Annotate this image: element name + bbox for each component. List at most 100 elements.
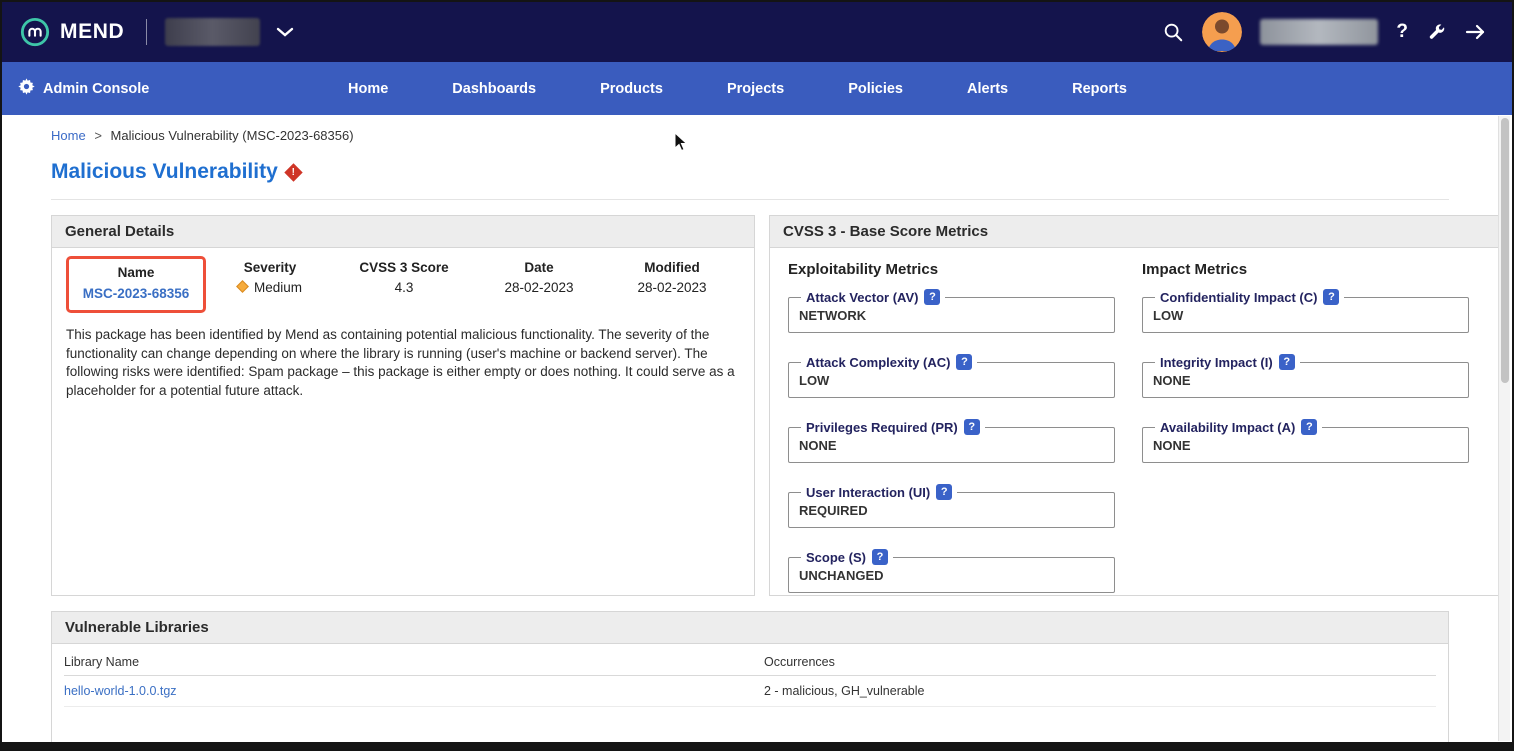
exploitability-heading: Exploitability Metrics [788,261,1128,278]
avatar[interactable] [1202,12,1242,52]
metric-attack-vector: Attack Vector (AV)? NETWORK [788,289,1115,333]
nav-item-reports[interactable]: Reports [1072,81,1127,97]
general-details-body: Name MSC-2023-68356 Severity Medium CVSS… [52,248,754,595]
metric-value: REQUIRED [799,501,1104,518]
library-name-cell: hello-world-1.0.0.tgz [64,676,764,707]
date-column: Date 28-02-2023 [474,256,604,295]
severity-medium-icon [236,280,249,293]
breadcrumb-separator: > [94,128,102,143]
severity-column: Severity Medium [206,256,334,295]
metric-scope: Scope (S)? UNCHANGED [788,549,1115,593]
admin-console-label: Admin Console [43,81,149,97]
table-row: hello-world-1.0.0.tgz 2 - malicious, GH_… [64,676,1436,707]
metric-label: Attack Complexity (AC) [806,355,950,370]
metric-value: NONE [1153,436,1458,453]
page-content: Home > Malicious Vulnerability (MSC-2023… [2,115,1512,745]
redacted-organization-selector[interactable] [165,18,260,46]
column-header-severity: Severity [206,256,334,280]
metric-label: Privileges Required (PR) [806,420,958,435]
nav-items: Home Dashboards Products Projects Polici… [348,81,1127,97]
metric-value: NONE [1153,371,1458,388]
severity-text: Medium [254,280,302,295]
occurrences-cell: 2 - malicious, GH_vulnerable [764,676,1436,707]
gear-icon [18,78,35,99]
column-header-modified: Modified [604,256,740,280]
table-header-row: Library Name Occurrences [64,651,1436,676]
vulnerability-id-link[interactable]: MSC-2023-68356 [83,286,190,301]
redacted-username [1260,19,1378,45]
metric-value: NONE [799,436,1104,453]
cvss-score-value: 4.3 [334,280,474,295]
chevron-down-icon[interactable] [276,27,294,37]
metric-availability-impact: Availability Impact (A)? NONE [1142,419,1469,463]
vulnerable-libraries-body: Library Name Occurrences hello-world-1.0… [52,644,1448,744]
impact-metrics-column: Impact Metrics Confidentiality Impact (C… [1142,261,1482,614]
metric-value: LOW [799,371,1104,388]
column-header-name: Name [79,261,193,285]
topbar-divider [146,19,147,45]
metric-integrity-impact: Integrity Impact (I)? NONE [1142,354,1469,398]
general-details-header: General Details [52,216,754,248]
nav-item-alerts[interactable]: Alerts [967,81,1008,97]
metric-label: User Interaction (UI) [806,485,930,500]
library-link[interactable]: hello-world-1.0.0.tgz [64,684,177,698]
title-row: Malicious Vulnerability ! [51,160,1449,184]
breadcrumb-current: Malicious Vulnerability (MSC-2023-68356) [111,128,354,143]
column-header-cvss: CVSS 3 Score [334,256,474,280]
general-details-table: Name MSC-2023-68356 Severity Medium CVSS… [66,256,740,313]
cvss-metrics-header: CVSS 3 - Base Score Metrics [770,216,1500,248]
topbar-left: MEND [20,17,294,47]
breadcrumb-home-link[interactable]: Home [51,128,86,143]
exploitability-metrics-column: Exploitability Metrics Attack Vector (AV… [788,261,1128,614]
help-icon[interactable]: ? [964,419,980,435]
column-header-occurrences: Occurrences [764,651,1436,676]
help-icon[interactable]: ? [1301,419,1317,435]
panels-row: General Details Name MSC-2023-68356 Seve… [51,215,1449,596]
help-icon-topbar[interactable]: ? [1396,21,1408,43]
cvss-score-column: CVSS 3 Score 4.3 [334,256,474,295]
vulnerable-libraries-header: Vulnerable Libraries [52,612,1448,644]
wrench-icon[interactable] [1426,22,1446,42]
help-icon[interactable]: ? [936,484,952,500]
nav-item-products[interactable]: Products [600,81,663,97]
nav-item-home[interactable]: Home [348,81,388,97]
help-icon[interactable]: ? [956,354,972,370]
help-icon[interactable]: ? [1279,354,1295,370]
impact-heading: Impact Metrics [1142,261,1482,278]
metric-value: UNCHANGED [799,566,1104,583]
general-details-panel: General Details Name MSC-2023-68356 Seve… [51,215,755,596]
nav-item-policies[interactable]: Policies [848,81,903,97]
metric-user-interaction: User Interaction (UI)? REQUIRED [788,484,1115,528]
metric-label: Availability Impact (A) [1160,420,1295,435]
modified-value: 28-02-2023 [604,280,740,295]
modified-column: Modified 28-02-2023 [604,256,740,295]
metric-value: NETWORK [799,306,1104,323]
vertical-scrollbar[interactable] [1498,116,1510,741]
vulnerability-description: This package has been identified by Mend… [66,326,740,401]
main-navbar: Admin Console Home Dashboards Products P… [2,62,1512,115]
help-icon[interactable]: ? [924,289,940,305]
nav-item-dashboards[interactable]: Dashboards [452,81,536,97]
search-icon[interactable] [1162,21,1184,43]
metric-value: LOW [1153,306,1458,323]
logout-arrow-icon[interactable] [1464,22,1488,42]
column-header-date: Date [474,256,604,280]
brand-name: MEND [60,20,124,44]
vulnerable-libraries-panel: Vulnerable Libraries Library Name Occurr… [51,611,1449,745]
window-bottom-edge [2,742,1512,749]
help-icon[interactable]: ? [1323,289,1339,305]
column-header-library-name: Library Name [64,651,764,676]
malicious-alert-icon: ! [284,163,302,181]
metric-privileges-required: Privileges Required (PR)? NONE [788,419,1115,463]
help-icon[interactable]: ? [872,549,888,565]
admin-console-button[interactable]: Admin Console [18,78,348,99]
metric-label: Attack Vector (AV) [806,290,918,305]
scrollbar-thumb[interactable] [1501,118,1509,383]
cvss-metrics-panel: CVSS 3 - Base Score Metrics Exploitabili… [769,215,1501,596]
severity-value: Medium [206,280,334,295]
topbar-right: ? [1162,12,1488,52]
name-column: Name MSC-2023-68356 [66,256,206,313]
nav-item-projects[interactable]: Projects [727,81,784,97]
breadcrumb: Home > Malicious Vulnerability (MSC-2023… [51,128,1449,143]
topbar: MEND ? [2,2,1512,62]
